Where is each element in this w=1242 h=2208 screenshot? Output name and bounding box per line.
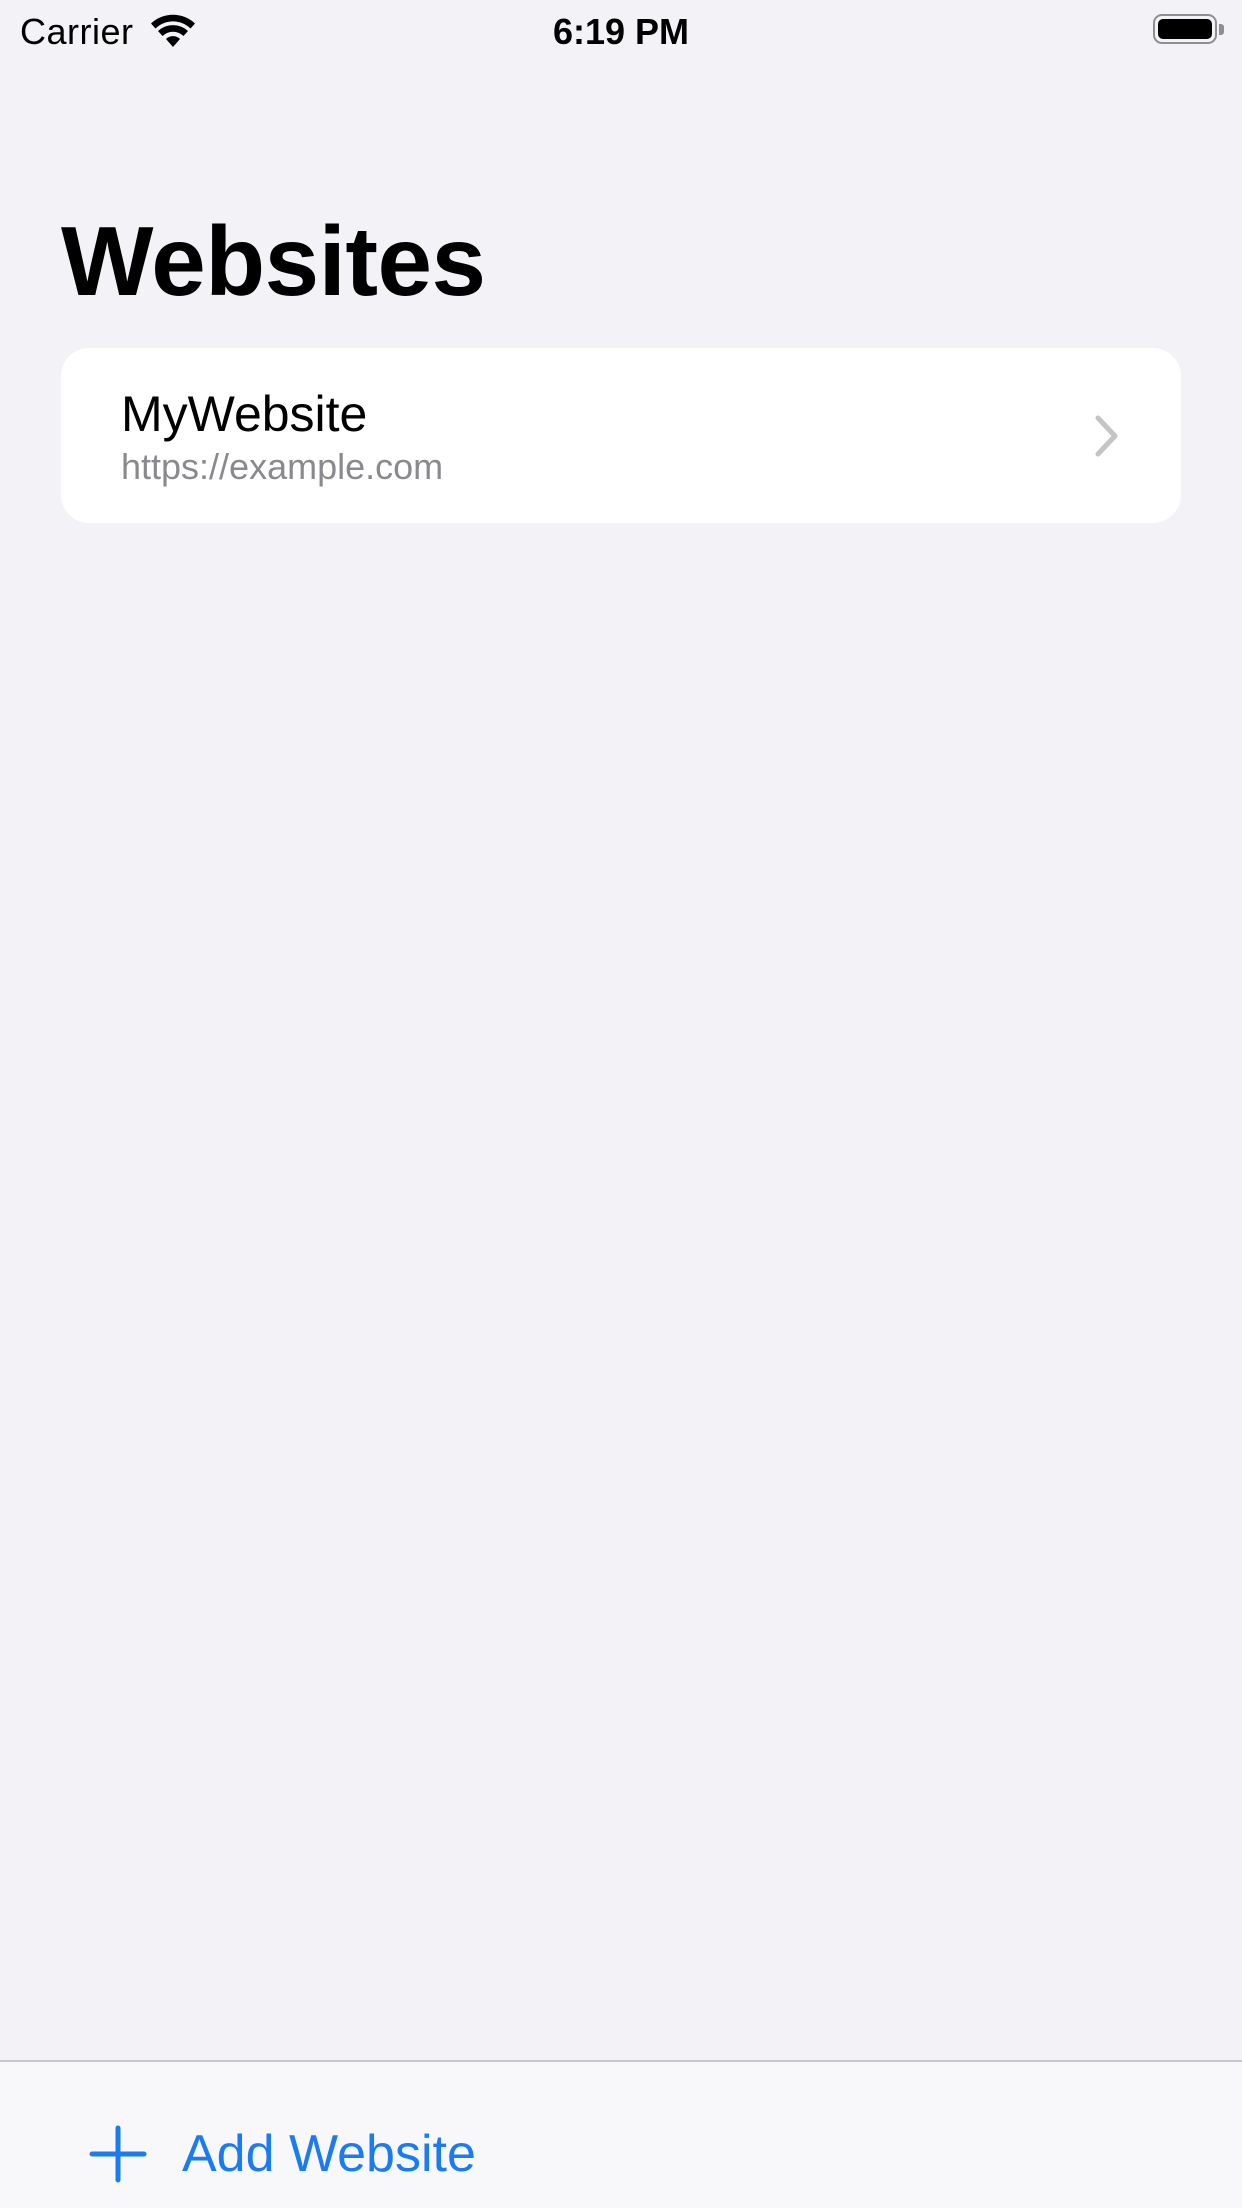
website-url: https://example.com (121, 446, 444, 487)
status-time: 6:19 PM (552, 11, 690, 52)
chevron-right-icon (1095, 415, 1118, 457)
plus-icon (89, 2125, 147, 2183)
website-name: MyWebsite (121, 386, 368, 442)
websites-list: MyWebsite https://example.com (61, 348, 1181, 523)
bottom-toolbar: Add Website (0, 2060, 1242, 2208)
add-website-label: Add Website (182, 2125, 476, 2183)
battery-icon (1153, 14, 1227, 48)
page-title: Websites (61, 206, 486, 316)
add-website-button[interactable]: Add Website (88, 2116, 476, 2192)
list-item[interactable]: MyWebsite https://example.com (61, 348, 1181, 523)
status-bar: Carrier 6:19 PM (0, 0, 1242, 64)
